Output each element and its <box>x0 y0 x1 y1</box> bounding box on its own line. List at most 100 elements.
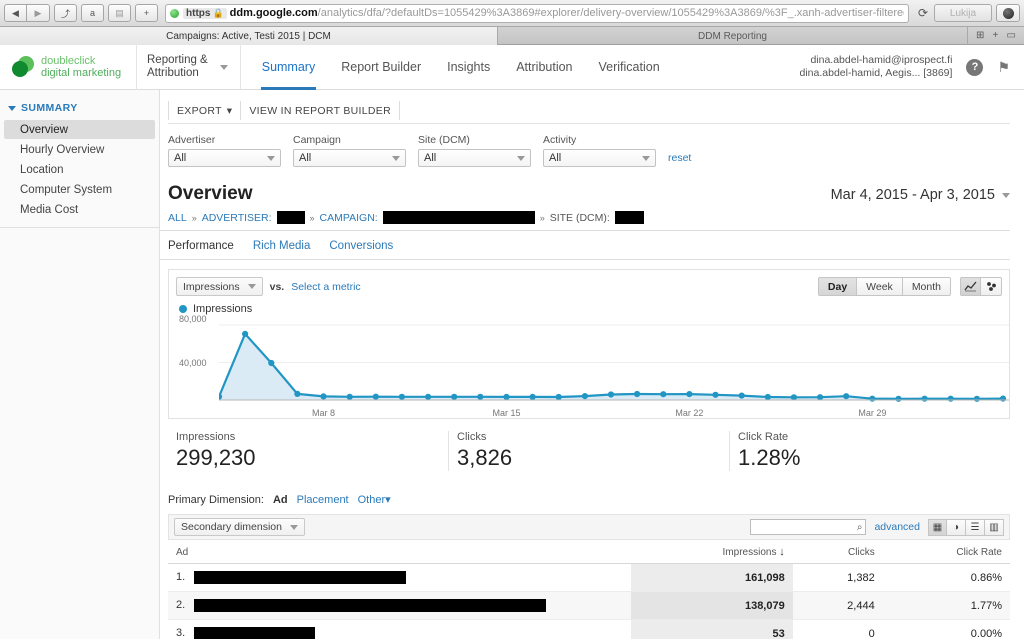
reader-button[interactable]: a <box>81 4 104 22</box>
advanced-filter-link[interactable]: advanced <box>874 521 920 533</box>
chart-data-point[interactable] <box>555 393 562 401</box>
chart-data-point[interactable] <box>660 391 667 398</box>
tab-verification[interactable]: Verification <box>586 45 673 90</box>
select-a-metric-link[interactable]: Select a metric <box>291 281 360 293</box>
chart-data-point[interactable] <box>372 393 379 400</box>
chart-data-point[interactable] <box>895 395 902 402</box>
browser-tab-ddm-reporting[interactable]: DDM Reporting <box>498 27 968 45</box>
chart-data-point[interactable] <box>425 393 432 400</box>
reload-icon[interactable]: ⟳ <box>918 6 928 20</box>
tab-conversions[interactable]: Conversions <box>329 240 393 252</box>
column-header-click-rate[interactable]: Click Rate <box>882 540 1010 564</box>
table-row[interactable]: 2. 138,079 2,444 1.77% <box>168 591 1010 620</box>
sidebar-item-overview[interactable]: Overview <box>4 120 155 139</box>
tab-report-builder[interactable]: Report Builder <box>328 45 434 90</box>
sidebar-item-label: Computer System <box>20 183 113 196</box>
chart-data-point[interactable] <box>999 395 1007 402</box>
chart-data-point[interactable] <box>607 391 615 398</box>
tab-performance[interactable]: Performance <box>168 240 234 252</box>
pie-view-icon[interactable]: ◑ <box>947 518 966 536</box>
column-header-ad[interactable]: Ad <box>168 540 632 564</box>
sidebar-item-location[interactable]: Location <box>4 160 155 179</box>
tab-summary[interactable]: Summary <box>249 45 328 90</box>
profile-chip[interactable]: Lukija <box>934 4 992 22</box>
chart-data-point[interactable] <box>764 393 771 401</box>
view-in-report-builder-button[interactable]: VIEW IN REPORT BUILDER <box>241 101 400 120</box>
chart-data-point[interactable] <box>790 394 798 401</box>
primary-dimension-placement[interactable]: Placement <box>297 494 349 506</box>
share-button[interactable]: ⤴ <box>54 4 77 22</box>
column-header-impressions[interactable]: Impressions ↓ <box>631 540 793 564</box>
chart-data-point[interactable] <box>869 395 876 402</box>
sidebar-item-media-cost[interactable]: Media Cost <box>4 200 155 219</box>
advertiser-select[interactable]: All <box>168 149 281 167</box>
brand-logo[interactable]: doubleclick digital marketing <box>0 55 132 79</box>
chart-data-point[interactable] <box>686 391 693 398</box>
chart-data-point[interactable] <box>398 393 405 400</box>
secondary-dimension-button[interactable]: Secondary dimension <box>174 518 305 536</box>
breadcrumb-separator: » <box>191 212 197 223</box>
chart-data-point[interactable] <box>294 390 301 397</box>
chart-data-point[interactable] <box>973 395 981 402</box>
granularity-week-button[interactable]: Week <box>857 277 903 296</box>
chart-data-point[interactable] <box>451 393 458 400</box>
date-range-picker[interactable]: Mar 4, 2015 - Apr 3, 2015 <box>831 187 1010 203</box>
back-button[interactable]: ◀ <box>4 4 27 22</box>
chart-data-point[interactable] <box>581 393 588 400</box>
forward-button[interactable]: ▶ <box>27 4 50 22</box>
comparison-view-icon[interactable]: ☰ <box>966 518 985 536</box>
table-view-icon[interactable]: ▦ <box>928 518 947 536</box>
column-header-clicks[interactable]: Clicks <box>792 540 883 564</box>
chart-data-point[interactable] <box>817 394 824 401</box>
tab-add-icon[interactable]: + <box>993 30 999 41</box>
tab-rich-media[interactable]: Rich Media <box>253 240 311 252</box>
scatter-chart-icon[interactable] <box>981 277 1002 296</box>
granularity-month-button[interactable]: Month <box>902 277 951 296</box>
primary-dimension-other[interactable]: Other▾ <box>358 493 391 506</box>
new-tab-button[interactable]: + <box>135 4 158 22</box>
sidebar-item-computer-system[interactable]: Computer System <box>4 180 155 199</box>
chart-data-point[interactable] <box>843 393 850 400</box>
chart-data-point[interactable] <box>346 393 353 400</box>
chart-data-point[interactable] <box>242 330 249 337</box>
account-info[interactable]: dina.abdel-hamid@iprospect.fi dina.abdel… <box>800 54 953 80</box>
campaign-select[interactable]: All <box>293 149 406 167</box>
chart-data-point[interactable] <box>268 359 275 367</box>
line-chart-icon[interactable] <box>960 277 981 296</box>
table-search-input[interactable]: ⌕ <box>750 519 867 535</box>
breadcrumb-all[interactable]: ALL <box>168 212 187 224</box>
view-toggle-group: ▦ ◑ ☰ ▥ <box>928 518 1004 536</box>
table-row[interactable]: 3. 53 0 0.00% <box>168 619 1010 639</box>
chart-data-point[interactable] <box>634 390 641 398</box>
browser-menu-button[interactable] <box>996 4 1020 22</box>
chart-data-point[interactable] <box>712 391 719 398</box>
site-select[interactable]: All <box>418 149 531 167</box>
product-switcher[interactable]: Reporting & Attribution <box>136 44 241 90</box>
activity-select[interactable]: All <box>543 149 656 167</box>
address-bar[interactable]: https 🔒 ddm.google.com/analytics/dfa/?de… <box>165 3 909 23</box>
notifications-button[interactable]: ⚑ <box>997 59 1010 76</box>
tab-window-icon[interactable]: ▭ <box>1006 30 1015 41</box>
tab-attribution[interactable]: Attribution <box>503 45 585 90</box>
chart-data-point[interactable] <box>921 395 928 402</box>
chart-data-point[interactable] <box>503 393 510 400</box>
table-row[interactable]: 1. 161,098 1,382 0.86% <box>168 563 1010 592</box>
chart-data-point[interactable] <box>320 393 327 400</box>
chart-data-point[interactable] <box>738 392 745 399</box>
help-button[interactable]: ? <box>966 58 984 76</box>
export-button[interactable]: EXPORT ▾ <box>168 101 242 120</box>
browser-tab-campaigns[interactable]: Campaigns: Active, Testi 2015 | DCM <box>0 27 498 45</box>
primary-dimension-ad[interactable]: Ad <box>273 494 288 506</box>
tab-overview-icon[interactable]: ⊞ <box>976 30 984 41</box>
metric-select[interactable]: Impressions <box>176 277 263 296</box>
chart-data-point[interactable] <box>947 395 954 402</box>
sidebar-section-summary[interactable]: SUMMARY <box>0 98 159 120</box>
pivot-view-icon[interactable]: ▥ <box>985 518 1004 536</box>
chart-data-point[interactable] <box>477 393 484 400</box>
reset-filters-link[interactable]: reset <box>668 152 691 164</box>
chart-data-point[interactable] <box>529 393 536 400</box>
granularity-day-button[interactable]: Day <box>817 277 858 296</box>
sidebar-toggle-button[interactable]: ▤ <box>108 4 131 22</box>
sidebar-item-hourly-overview[interactable]: Hourly Overview <box>4 140 155 159</box>
tab-insights[interactable]: Insights <box>434 45 503 90</box>
